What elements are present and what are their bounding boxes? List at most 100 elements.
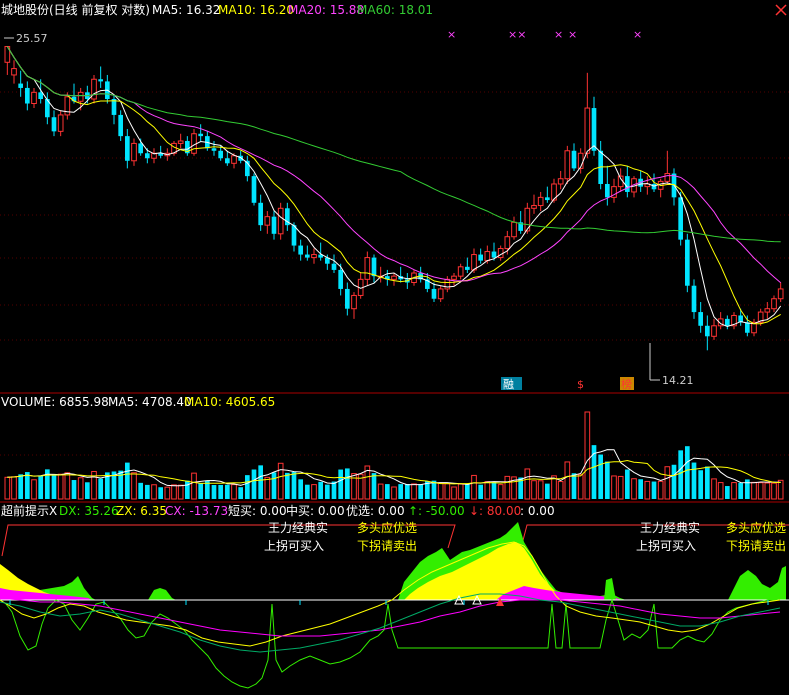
candle-down[interactable]: [25, 87, 30, 104]
chart-canvas[interactable]: 城地股份(日线 前复权 对数) MA5: 16.32 MA10: 16.20 M…: [0, 0, 789, 695]
candle-down[interactable]: [698, 312, 703, 326]
candle-up[interactable]: [57, 114, 64, 132]
candle-down[interactable]: [305, 254, 310, 258]
candle-up[interactable]: [511, 221, 517, 238]
candle-up[interactable]: [711, 325, 717, 337]
volume-bar: [671, 464, 677, 499]
volume-bar: [545, 483, 550, 499]
candle-up[interactable]: [11, 68, 17, 76]
candle-up[interactable]: [777, 288, 784, 300]
close-x-icon[interactable]: [775, 4, 787, 16]
candle-up[interactable]: [457, 266, 464, 277]
candle-up[interactable]: [364, 257, 371, 280]
candle-down[interactable]: [138, 143, 143, 154]
candle-down[interactable]: [145, 153, 150, 159]
volume-bar: [377, 483, 384, 500]
candle-up[interactable]: [537, 196, 544, 207]
indicator-name: 超前提示X: [1, 503, 57, 518]
candle-down[interactable]: [685, 239, 690, 286]
candle-up[interactable]: [444, 278, 451, 290]
candle-down[interactable]: [225, 158, 230, 164]
candle-down[interactable]: [651, 183, 657, 190]
candle-up[interactable]: [451, 275, 457, 280]
candle-up[interactable]: [31, 91, 37, 105]
candle-up[interactable]: [484, 251, 491, 262]
candle-down[interactable]: [198, 133, 203, 137]
candle-down[interactable]: [371, 257, 377, 277]
event-tags: 融 $ 榜: [501, 377, 634, 391]
volume-bar: [657, 480, 664, 500]
volume-bar: [711, 478, 717, 500]
candle-up[interactable]: [764, 308, 771, 313]
candle-down[interactable]: [18, 83, 23, 88]
tag-margin[interactable]: 融: [503, 378, 514, 391]
candle-down[interactable]: [218, 150, 223, 159]
candle-up[interactable]: [177, 140, 184, 144]
volume-bar: [277, 462, 284, 500]
volume-bars: [4, 411, 784, 500]
candle-up[interactable]: [471, 254, 477, 271]
candle-down[interactable]: [691, 285, 697, 313]
candle-down[interactable]: [51, 117, 57, 132]
volume-bar: [465, 484, 470, 499]
candle-up[interactable]: [664, 173, 671, 182]
candle-up[interactable]: [771, 298, 777, 310]
candle-down[interactable]: [431, 288, 437, 299]
volume-bar: [138, 482, 143, 499]
candle-down[interactable]: [211, 148, 217, 151]
candle-up[interactable]: [277, 207, 284, 235]
candle-down[interactable]: [478, 254, 483, 261]
volume-bar: [345, 468, 350, 499]
candle-down[interactable]: [625, 176, 630, 192]
candle-up[interactable]: [564, 150, 571, 180]
candle-up[interactable]: [504, 236, 511, 250]
candle-up[interactable]: [191, 133, 197, 154]
candle-down[interactable]: [545, 197, 550, 201]
candle-down[interactable]: [298, 245, 303, 255]
volume-bar: [564, 461, 571, 500]
candle-up[interactable]: [557, 178, 564, 185]
volume-bar: [331, 481, 337, 499]
candle-up[interactable]: [391, 275, 397, 280]
candle-down[interactable]: [745, 322, 750, 333]
candle-up[interactable]: [531, 205, 537, 209]
volume-bar: [98, 478, 103, 499]
candle-down[interactable]: [258, 202, 263, 226]
volume-bar: [325, 484, 330, 499]
candle-up[interactable]: [231, 155, 237, 164]
candle-up[interactable]: [437, 288, 444, 300]
candle-up[interactable]: [351, 294, 357, 310]
volume-header: VOLUME: 6855.98 MA5: 4708.40 MA10: 4605.…: [1, 395, 275, 409]
candle-down[interactable]: [98, 79, 103, 82]
candle-down[interactable]: [725, 318, 730, 326]
candle-up[interactable]: [264, 216, 271, 226]
volume-bar: [218, 484, 223, 499]
candle-down[interactable]: [331, 263, 337, 270]
volume-bar: [644, 480, 651, 500]
candle-down[interactable]: [605, 183, 610, 198]
volume-bar: [531, 480, 537, 500]
candle-down[interactable]: [345, 288, 350, 309]
candle-down[interactable]: [465, 266, 470, 270]
candle-down[interactable]: [118, 114, 123, 137]
candle-down[interactable]: [125, 136, 130, 161]
candle-up[interactable]: [131, 142, 137, 162]
candle-up[interactable]: [584, 107, 591, 154]
candle-down[interactable]: [271, 216, 277, 234]
volume-bar: [651, 481, 657, 499]
tag-dollar[interactable]: $: [577, 378, 584, 391]
candle-down[interactable]: [338, 269, 343, 289]
candle-down[interactable]: [491, 251, 497, 258]
tag-ranking[interactable]: 榜: [621, 377, 632, 391]
marker-x-3: ×: [554, 28, 563, 41]
candle-down[interactable]: [705, 325, 710, 337]
candle-down[interactable]: [251, 176, 257, 203]
volume-bar: [631, 478, 637, 500]
candle-down[interactable]: [678, 197, 683, 240]
stock-chart-window: 城地股份(日线 前复权 对数) MA5: 16.32 MA10: 16.20 M…: [0, 0, 789, 695]
candle-up[interactable]: [77, 91, 84, 102]
candle-up[interactable]: [311, 254, 317, 259]
candle-down[interactable]: [571, 150, 577, 169]
volume-bar: [291, 471, 297, 499]
candle-down[interactable]: [591, 108, 597, 151]
